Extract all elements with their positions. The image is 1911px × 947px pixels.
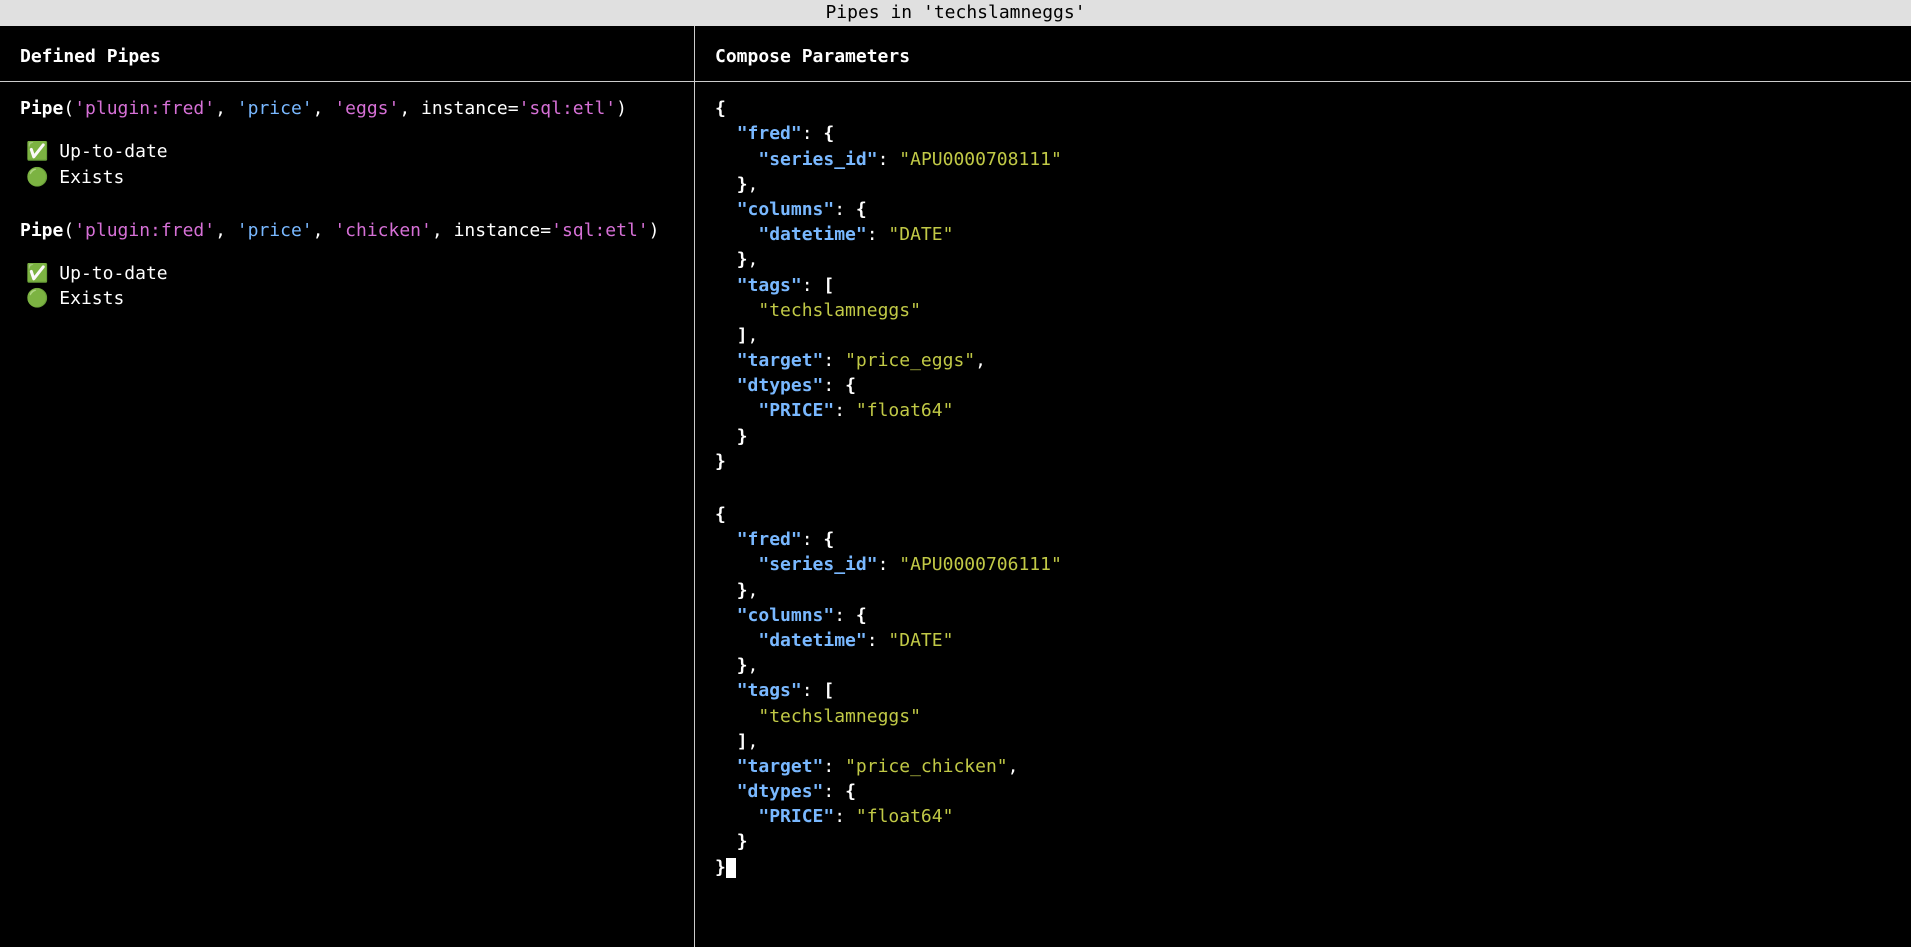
right-pane-body: { "fred": { "series_id": "APU0000708111"… [695, 82, 1911, 922]
right-pane-header: Compose Parameters [695, 26, 1911, 82]
status-line: ✅ Up-to-date [26, 139, 674, 164]
pipe-signature: Pipe('plugin:fred', 'price', 'chicken', … [20, 218, 674, 243]
pipe-block: Pipe('plugin:fred', 'price', 'eggs', ins… [20, 96, 674, 190]
status-label: Up-to-date [59, 141, 167, 162]
pipe-block: Pipe('plugin:fred', 'price', 'chicken', … [20, 218, 674, 312]
dot-icon: 🟢 [26, 288, 48, 309]
pipe-signature: Pipe('plugin:fred', 'price', 'eggs', ins… [20, 96, 674, 121]
left-pane-header: Defined Pipes [0, 26, 694, 82]
status-label: Exists [59, 167, 124, 188]
check-icon: ✅ [26, 141, 48, 162]
cursor [726, 858, 736, 878]
check-icon: ✅ [26, 263, 48, 284]
left-pane: Defined Pipes Pipe('plugin:fred', 'price… [0, 26, 695, 947]
status-label: Up-to-date [59, 263, 167, 284]
status-line: 🟢 Exists [26, 165, 674, 190]
dot-icon: 🟢 [26, 167, 48, 188]
main-container: Defined Pipes Pipe('plugin:fred', 'price… [0, 26, 1911, 947]
status-label: Exists [59, 288, 124, 309]
compose-json-block: { "fred": { "series_id": "APU0000706111"… [715, 502, 1891, 880]
status-line: ✅ Up-to-date [26, 261, 674, 286]
left-pane-body: Pipe('plugin:fred', 'price', 'eggs', ins… [0, 82, 694, 353]
compose-json-block: { "fred": { "series_id": "APU0000708111"… [715, 96, 1891, 474]
right-pane: Compose Parameters { "fred": { "series_i… [695, 26, 1911, 947]
status-line: 🟢 Exists [26, 286, 674, 311]
window-title: Pipes in 'techslamneggs' [0, 0, 1911, 26]
